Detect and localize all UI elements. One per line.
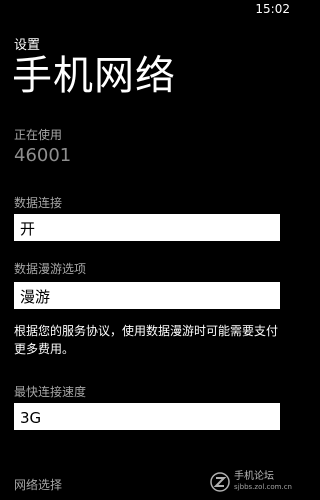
roaming-description: 根据您的服务协议，使用数据漫游时可能需要支付更多费用。 xyxy=(14,324,279,356)
highest-speed-value: 3G xyxy=(20,409,42,427)
watermark-text: 手机论坛 sjbbs.zol.com.cn xyxy=(234,472,292,492)
data-roaming-select[interactable]: 漫游 xyxy=(14,282,280,309)
app-label: 设置 xyxy=(14,38,41,53)
watermark-main: 手机论坛 xyxy=(234,471,275,482)
page-title: 手机网络 xyxy=(12,53,176,99)
data-connection-label: 数据连接 xyxy=(14,196,63,210)
status-bar: 15:02 xyxy=(0,0,300,20)
data-connection-value: 开 xyxy=(20,220,36,238)
watermark: 手机论坛 sjbbs.zol.com.cn xyxy=(210,472,292,492)
data-connection-select[interactable]: 开 xyxy=(14,214,280,241)
watermark-sub: sjbbs.zol.com.cn xyxy=(234,483,292,491)
zol-logo-icon xyxy=(210,472,230,492)
highest-speed-select[interactable]: 3G xyxy=(14,403,280,430)
highest-speed-label: 最快连接速度 xyxy=(14,385,87,399)
clock: 15:02 xyxy=(255,2,290,16)
network-selection-label[interactable]: 网络选择 xyxy=(14,476,62,493)
in-use-value: 46001 xyxy=(14,145,72,166)
data-roaming-value: 漫游 xyxy=(20,288,51,306)
data-roaming-label: 数据漫游选项 xyxy=(14,262,87,276)
in-use-label: 正在使用 xyxy=(14,128,63,142)
